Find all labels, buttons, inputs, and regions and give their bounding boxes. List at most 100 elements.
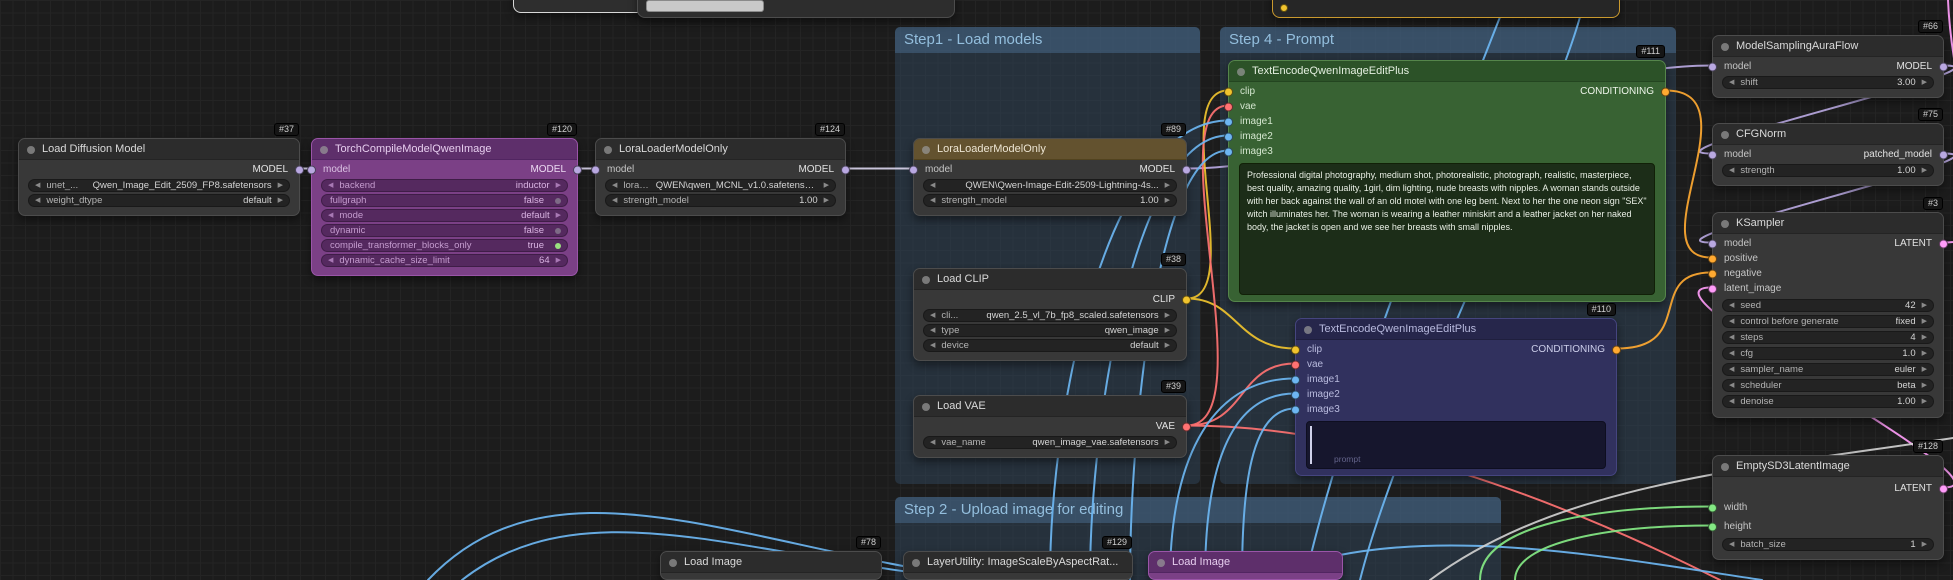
arrow-left-icon[interactable]: ◀ [328,255,333,266]
widget-device[interactable]: ◀ device default ▶ [923,339,1177,352]
slot-dot-latent[interactable] [1939,484,1948,493]
widget-seed[interactable]: ◀ seed 42 ▶ [1722,299,1934,312]
widget-steps[interactable]: ◀ steps 4 ▶ [1722,331,1934,344]
arrow-left-icon[interactable]: ◀ [930,310,935,321]
widget-dynamic[interactable]: dynamic false [321,224,568,237]
arrow-left-icon[interactable]: ◀ [612,180,617,191]
node-cfg-norm[interactable]: #75 CFGNorm model patched_model ◀ streng… [1708,108,1948,186]
prompt-textarea[interactable]: prompt [1306,421,1606,469]
slot-dot-model[interactable] [841,165,850,174]
widget-fullgraph[interactable]: fullgraph false [321,194,568,207]
collapse-dot-icon[interactable] [922,146,930,154]
widget-batch-size[interactable]: ◀ batch_size 1 ▶ [1722,538,1934,551]
arrow-right-icon[interactable]: ▶ [1922,332,1927,343]
node-header[interactable]: TextEncodeQwenImageEditPlus [1296,319,1616,340]
slot-dot-model[interactable] [307,165,316,174]
slot-dot-clip[interactable] [1280,4,1288,12]
toggle-dot-icon[interactable] [555,197,561,204]
slot-dot-clip[interactable] [1182,295,1191,304]
node-partial-top[interactable] [637,0,955,18]
arrow-right-icon[interactable]: ▶ [278,180,283,191]
arrow-right-icon[interactable]: ▶ [1165,437,1170,448]
node-load-clip[interactable]: #38 Load CLIP CLIP ◀ cli... qwen_2.5_vl_… [913,253,1191,361]
slot-dot-latent[interactable] [1939,239,1948,248]
arrow-right-icon[interactable]: ▶ [1165,310,1170,321]
arrow-left-icon[interactable]: ◀ [1729,364,1734,375]
slot-dot-image1[interactable] [1224,117,1233,126]
node-header[interactable]: Load Image [1149,552,1342,573]
slot-dot-latent-image[interactable] [1708,284,1717,293]
node-ksampler[interactable]: #3 KSampler model LATENT positive negati… [1708,197,1948,418]
arrow-right-icon[interactable]: ▶ [1922,165,1927,176]
arrow-left-icon[interactable]: ◀ [328,210,333,221]
slot-dot-positive[interactable] [1708,254,1717,263]
widget-mode[interactable]: ◀ mode default ▶ [321,209,568,222]
slot-dot-image2[interactable] [1224,132,1233,141]
node-header[interactable]: Load Image [661,552,881,573]
arrow-left-icon[interactable]: ◀ [1729,396,1734,407]
node-graph-canvas[interactable]: Step1 - Load models Step 4 - Prompt Step… [0,0,1953,580]
slot-dot-model[interactable] [573,165,582,174]
slot-dot-model[interactable] [1182,165,1191,174]
arrow-right-icon[interactable]: ▶ [556,255,561,266]
slot-dot-model[interactable] [1708,62,1717,71]
arrow-right-icon[interactable]: ▶ [824,195,829,206]
arrow-right-icon[interactable]: ▶ [1922,348,1927,359]
arrow-left-icon[interactable]: ◀ [930,195,935,206]
widget-lora-name[interactable]: ◀ lora ... QWEN\qwen_MCNL_v1.0.safetenso… [605,179,836,192]
arrow-left-icon[interactable]: ◀ [1729,348,1734,359]
arrow-left-icon[interactable]: ◀ [930,340,935,351]
arrow-right-icon[interactable]: ▶ [1922,77,1927,88]
node-header[interactable]: TorchCompileModelQwenImage [312,139,577,160]
group-step2-header[interactable]: Step 2 - Upload image for editing [895,497,1501,523]
arrow-left-icon[interactable]: ◀ [1729,332,1734,343]
widget-strength-model[interactable]: ◀ strength_model 1.00 ▶ [923,194,1177,207]
node-lora-loader-model-only-89[interactable]: #89 LoraLoaderModelOnly model MODEL ◀ QW… [909,123,1191,216]
widget-weight-dtype[interactable]: ◀ weight_dtype default ▶ [28,194,290,207]
arrow-right-icon[interactable]: ▶ [1165,180,1170,191]
arrow-right-icon[interactable]: ▶ [1922,539,1927,550]
node-header[interactable]: Load VAE [914,396,1186,417]
node-load-image-78[interactable]: #78 Load Image [660,536,882,580]
arrow-right-icon[interactable]: ▶ [824,180,829,191]
slot-dot-image2[interactable] [1291,390,1300,399]
widget-type[interactable]: ◀ type qwen_image ▶ [923,324,1177,337]
node-load-diffusion-model[interactable]: #37 Load Diffusion Model MODEL ◀ unet_..… [18,123,304,216]
node-header[interactable]: Load Diffusion Model [19,139,299,160]
arrow-left-icon[interactable]: ◀ [328,180,333,191]
slot-dot-image3[interactable] [1224,147,1233,156]
slot-dot-negative[interactable] [1708,269,1717,278]
toggle-dot-icon[interactable] [555,227,561,234]
node-layer-utility-image-scale[interactable]: #129 LayerUtility: ImageScaleByAspectRat… [903,536,1133,580]
slot-dot-clip[interactable] [1291,345,1300,354]
arrow-right-icon[interactable]: ▶ [1165,340,1170,351]
node-text-encode-qwen-image-edit-plus-negative[interactable]: #110 TextEncodeQwenImageEditPlus clip CO… [1291,303,1621,476]
arrow-right-icon[interactable]: ▶ [1922,300,1927,311]
arrow-left-icon[interactable]: ◀ [35,195,40,206]
widget-shift[interactable]: ◀ shift 3.00 ▶ [1722,76,1934,89]
collapse-dot-icon[interactable] [1721,463,1729,471]
node-empty-sd3-latent-image[interactable]: #128 EmptySD3LatentImage LATENT width he… [1708,440,1948,560]
arrow-right-icon[interactable]: ▶ [556,180,561,191]
node-model-sampling-aura-flow[interactable]: #66 ModelSamplingAuraFlow model MODEL ◀ … [1708,20,1948,98]
node-header[interactable]: LoraLoaderModelOnly [914,139,1186,160]
arrow-right-icon[interactable]: ▶ [556,210,561,221]
arrow-right-icon[interactable]: ▶ [1922,396,1927,407]
arrow-right-icon[interactable]: ▶ [1922,380,1927,391]
widget-cfg[interactable]: ◀ cfg 1.0 ▶ [1722,347,1934,360]
arrow-left-icon[interactable]: ◀ [930,437,935,448]
node-header[interactable]: ModelSamplingAuraFlow [1713,36,1943,57]
widget-vae-name[interactable]: ◀ vae_name qwen_image_vae.safetensors ▶ [923,436,1177,449]
arrow-left-icon[interactable]: ◀ [1729,380,1734,391]
collapse-dot-icon[interactable] [1157,559,1165,567]
slot-dot-image1[interactable] [1291,375,1300,384]
arrow-left-icon[interactable]: ◀ [612,195,617,206]
arrow-left-icon[interactable]: ◀ [1729,539,1734,550]
widget-lora-name[interactable]: ◀ QWEN\Qwen-Image-Edit-2509-Lightning-4s… [923,179,1177,192]
group-step4-header[interactable]: Step 4 - Prompt [1220,27,1676,53]
arrow-left-icon[interactable]: ◀ [1729,316,1734,327]
arrow-left-icon[interactable]: ◀ [1729,77,1734,88]
arrow-left-icon[interactable]: ◀ [930,180,935,191]
node-header[interactable]: CFGNorm [1713,124,1943,145]
slot-dot-model[interactable] [909,165,918,174]
